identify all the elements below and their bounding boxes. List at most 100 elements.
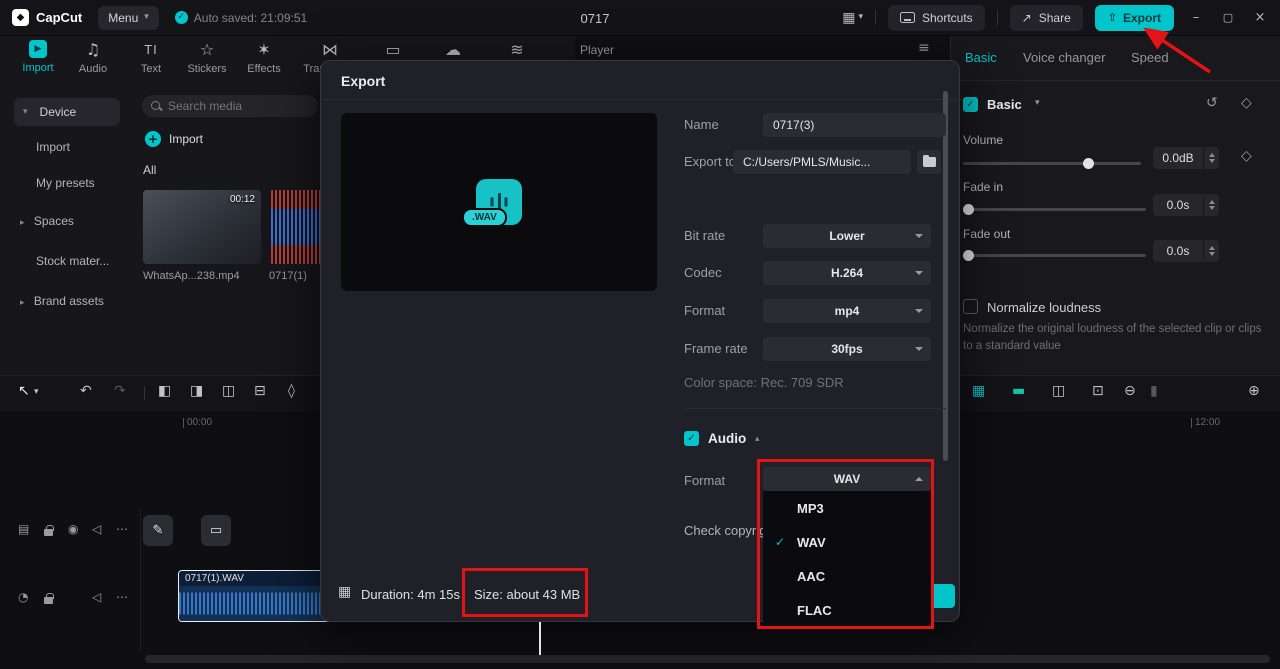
normalize-checkbox[interactable] xyxy=(963,299,978,314)
media-filter-all[interactable]: All xyxy=(143,163,156,177)
zoom-out-icon[interactable]: ⊖ xyxy=(1124,384,1136,398)
fade-in-value-group: 0.0s xyxy=(1153,194,1219,216)
plus-icon: + xyxy=(145,131,161,147)
tab-basic[interactable]: Basic xyxy=(965,50,997,65)
speaker-icon[interactable]: ◁ xyxy=(92,591,101,603)
select-cursor-icon[interactable]: ↖ xyxy=(18,384,30,398)
browse-folder-button[interactable] xyxy=(917,150,941,174)
search-icon xyxy=(151,100,162,112)
split-right-icon[interactable]: ◨ xyxy=(190,384,203,398)
bit-rate-dropdown[interactable]: Lower xyxy=(763,224,931,248)
tool-stickers[interactable]: ☆ Stickers xyxy=(177,40,237,75)
codec-dropdown[interactable]: H.264 xyxy=(763,261,931,285)
maximize-button[interactable]: ▢ xyxy=(1218,12,1238,23)
chevron-up-icon[interactable]: ▴ xyxy=(755,435,760,444)
format-option-flac[interactable]: FLAC xyxy=(763,593,931,627)
search-box xyxy=(142,95,318,117)
format-dropdown[interactable]: mp4 xyxy=(763,299,931,323)
sidebar-item-spaces[interactable]: ▸ Spaces xyxy=(20,214,74,228)
dialog-scrollbar[interactable] xyxy=(943,91,948,461)
speaker-icon[interactable]: ◁ xyxy=(92,523,101,535)
keyframe-diamond-icon[interactable]: ◇ xyxy=(1241,149,1252,163)
collapse-track-icon[interactable]: ▤ xyxy=(18,523,29,535)
fade-out-slider-handle[interactable] xyxy=(963,249,974,261)
sidebar-item-device[interactable]: ▾ Device xyxy=(14,98,120,126)
capcut-logo-icon: ◆ xyxy=(12,9,29,26)
export-to-field[interactable]: C:/Users/PMLS/Music... xyxy=(733,150,911,174)
menu-button[interactable]: Menu ▾ xyxy=(98,5,159,30)
media-thumbnail-video[interactable]: 00:12 xyxy=(143,190,261,264)
text-tool-button[interactable]: ▭ xyxy=(201,515,231,546)
lock-icon[interactable] xyxy=(44,525,54,539)
lock-icon[interactable] xyxy=(44,593,54,607)
audio-section-label: Audio xyxy=(708,431,747,446)
chevron-down-icon[interactable]: ▾ xyxy=(34,388,39,397)
redo-icon[interactable]: ↷ xyxy=(114,384,126,398)
delete-icon[interactable]: ⊟ xyxy=(254,384,266,398)
name-field[interactable]: 0717(3) xyxy=(763,113,946,137)
zoom-slider-icon[interactable]: ▮ xyxy=(1150,384,1158,398)
search-input[interactable] xyxy=(168,99,298,113)
annotation-arrow-export xyxy=(1142,28,1211,74)
import-media-button[interactable]: + Import xyxy=(145,131,203,147)
fade-out-stepper[interactable] xyxy=(1204,240,1219,262)
audio-format-dropdown[interactable]: WAV xyxy=(763,467,931,491)
audio-section-checkbox[interactable]: ✓ xyxy=(684,431,699,446)
chevron-down-icon[interactable]: ▾ xyxy=(1035,99,1040,108)
volume-slider-handle[interactable] xyxy=(1083,157,1094,169)
checkbox-checked-icon: ✓ xyxy=(963,97,978,112)
export-to-label: Export to xyxy=(684,154,737,169)
fade-in-stepper[interactable] xyxy=(1204,194,1219,216)
layout-switch-button[interactable]: ▦ ▾ xyxy=(842,11,863,25)
film-icon: ▦ xyxy=(338,584,352,600)
fade-out-value[interactable]: 0.0s xyxy=(1153,240,1203,262)
format-option-wav[interactable]: ✓ WAV xyxy=(763,525,931,559)
format-option-aac[interactable]: AAC xyxy=(763,559,931,593)
tool-effects[interactable]: ✶ Effects xyxy=(234,40,294,75)
link-icon[interactable]: ▬ xyxy=(1012,384,1025,398)
tool-import[interactable]: ▶ Import xyxy=(8,40,68,74)
mirror-icon[interactable]: ◊ xyxy=(288,384,295,398)
basic-section-checkbox[interactable]: ✓ xyxy=(963,97,978,112)
sidebar-item-brand-assets[interactable]: ▸ Brand assets xyxy=(20,294,104,308)
sidebar-item-my-presets[interactable]: My presets xyxy=(36,176,95,190)
share-button[interactable]: ↗ Share xyxy=(1009,4,1083,31)
more-icon[interactable]: ⋯ xyxy=(116,591,128,603)
split-left-icon[interactable]: ◧ xyxy=(158,384,171,398)
volume-stepper[interactable] xyxy=(1204,147,1219,169)
split-icon[interactable]: ◫ xyxy=(222,384,235,398)
fade-in-slider-handle[interactable] xyxy=(963,203,974,215)
export-button[interactable]: ⇧ Export xyxy=(1094,4,1174,31)
tab-voice-changer[interactable]: Voice changer xyxy=(1023,50,1105,65)
sidebar-item-stock-materials[interactable]: Stock mater... xyxy=(36,254,109,268)
horizontal-scrollbar[interactable] xyxy=(145,655,1270,663)
fade-in-slider[interactable] xyxy=(963,203,1146,215)
sidebar-item-import[interactable]: Import xyxy=(36,140,70,154)
reset-icon[interactable]: ↺ xyxy=(1206,96,1218,110)
zoom-in-icon[interactable]: ⊕ xyxy=(1248,384,1260,398)
record-icon[interactable]: ◔ xyxy=(18,591,28,603)
tool-text[interactable]: TI Text xyxy=(121,40,181,75)
fade-in-value[interactable]: 0.0s xyxy=(1153,194,1203,216)
close-button[interactable]: × xyxy=(1250,11,1270,24)
cloud-saved-icon: ✓ xyxy=(174,11,188,24)
fade-out-slider[interactable] xyxy=(963,249,1146,261)
minimize-button[interactable]: – xyxy=(1186,11,1206,24)
volume-value[interactable]: 0.0dB xyxy=(1153,147,1203,169)
volume-slider[interactable] xyxy=(963,157,1141,169)
preview-axis-icon[interactable]: ◫ xyxy=(1052,384,1065,398)
mask-icon[interactable]: ⊡ xyxy=(1092,384,1104,398)
more-icon[interactable]: ⋯ xyxy=(116,523,128,535)
eye-icon[interactable]: ◉ xyxy=(68,523,78,535)
format-option-mp3[interactable]: MP3 xyxy=(763,491,931,525)
undo-icon[interactable]: ↶ xyxy=(80,384,92,398)
audio-icon: ♫ xyxy=(85,40,101,59)
snap-icon[interactable]: ▦ xyxy=(972,384,985,398)
tool-audio[interactable]: ♫ Audio xyxy=(63,40,123,75)
shortcuts-button[interactable]: Shortcuts xyxy=(887,4,985,31)
keyframe-diamond-icon[interactable]: ◇ xyxy=(1241,96,1252,110)
player-menu-icon[interactable]: ≡ xyxy=(918,41,930,55)
edit-tool-button[interactable]: ✎ xyxy=(143,515,173,546)
frame-rate-dropdown[interactable]: 30fps xyxy=(763,337,931,361)
playhead[interactable] xyxy=(539,622,541,655)
